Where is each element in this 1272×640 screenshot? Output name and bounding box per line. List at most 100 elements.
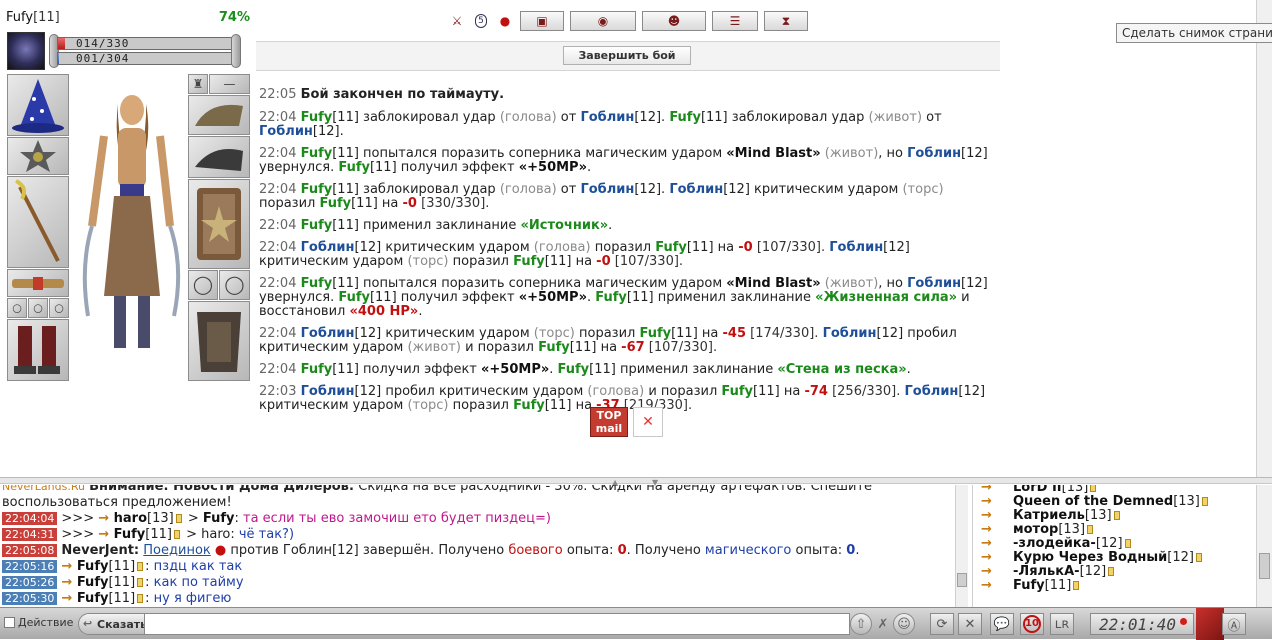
font-a-icon[interactable]: Ⓐ <box>1222 613 1246 635</box>
user-item[interactable]: → -ЛялькА-[12] <box>973 565 1256 579</box>
slot-belt[interactable] <box>7 269 69 297</box>
avatar[interactable] <box>7 32 45 70</box>
masks-icon[interactable]: ☻ <box>642 11 706 31</box>
arrow-right-icon: → <box>61 559 77 574</box>
bar-cap-right-icon <box>231 34 241 68</box>
ring-icon: ○ <box>54 301 64 315</box>
info-icon[interactable] <box>1087 525 1094 534</box>
refresh-icon[interactable]: ⟳ <box>930 613 954 635</box>
slot-ring-small-3[interactable]: ○ <box>49 298 69 318</box>
online-users-list: → LorD II[13] → Queen of the Demned[13] → К… <box>972 485 1256 607</box>
info-icon[interactable] <box>1108 567 1115 576</box>
action-label: Действие <box>18 616 74 629</box>
user-item[interactable]: → мотор[13] <box>973 523 1256 537</box>
finish-battle-button[interactable]: Завершить бой <box>563 46 691 65</box>
shoulder-armor-icon <box>195 104 243 126</box>
chat-input[interactable] <box>144 613 850 635</box>
lr-icon[interactable]: ʟʀ <box>1050 613 1074 635</box>
info-icon[interactable] <box>137 578 144 587</box>
info-icon[interactable] <box>1195 553 1202 562</box>
wizard-hat-icon <box>12 79 64 133</box>
slot-ring-small-1[interactable]: ○ <box>7 298 27 318</box>
chat-scrollbar[interactable] <box>955 485 968 607</box>
users-scrollbar[interactable] <box>1256 485 1272 607</box>
table-icon[interactable]: ☰ <box>712 11 758 31</box>
screenshot-button[interactable]: Сделать снимок страницы <box>1116 23 1272 43</box>
info-icon[interactable] <box>175 514 182 523</box>
info-icon[interactable] <box>1124 539 1131 548</box>
slot-armor[interactable] <box>188 301 250 381</box>
timer-number: 5 <box>475 14 487 28</box>
arrow-up-icon[interactable]: ⇧ <box>850 613 872 635</box>
swords-icon[interactable]: ⚔ <box>448 11 466 31</box>
slot-bag[interactable]: ♜ <box>188 74 208 94</box>
log-entry: 22:04 Гоблин[12] критическим ударом (гол… <box>259 240 910 269</box>
slot-helmet[interactable] <box>7 74 69 136</box>
bag-icon: ♜ <box>192 77 204 91</box>
character-name[interactable]: Fufy <box>6 10 33 25</box>
hourglass-icon[interactable]: ⧗ <box>764 11 808 31</box>
divider <box>256 41 1000 42</box>
smiley-icon[interactable]: ☺ <box>893 613 915 635</box>
slot-ring-2[interactable]: ◯ <box>219 270 250 300</box>
clock: 22:01:40 <box>1090 613 1194 635</box>
book-shield-icon <box>197 188 241 260</box>
mp-bar: 001/304 <box>57 52 233 65</box>
slot-shoulders[interactable] <box>188 95 250 135</box>
info-icon[interactable] <box>137 594 144 603</box>
scroll-icon[interactable]: ◉ <box>570 11 636 31</box>
info-icon[interactable] <box>1090 485 1097 492</box>
log-entry: 22:04 Fufy[11] получил эффект «+50MP». F… <box>259 362 911 377</box>
slot-ring-1[interactable]: ◯ <box>188 270 218 300</box>
topmail-counter[interactable]: TOP mail <box>590 407 628 437</box>
system-message: 22:05:08 NeverJent: Поединок ● против Гоб… <box>2 543 954 559</box>
slot-shield[interactable] <box>188 179 250 269</box>
info-icon[interactable] <box>1113 511 1120 520</box>
arrow-right-icon: → <box>981 550 992 565</box>
users-scroll-thumb[interactable] <box>1259 553 1270 579</box>
arrow-right-icon: → <box>98 511 114 526</box>
log-entry: 22:04 Fufy[11] применил заклинание «Исто… <box>259 218 613 233</box>
slot-gloves[interactable] <box>188 136 250 178</box>
star-amulet-icon <box>20 140 56 172</box>
close-x-icon[interactable]: ✕ <box>958 613 982 635</box>
chat-scroll-thumb[interactable] <box>957 573 967 587</box>
chest-icon[interactable]: ▣ <box>520 11 564 31</box>
slot-ring-small-2[interactable]: ○ <box>28 298 48 318</box>
belt-icon <box>12 277 64 290</box>
user-item[interactable]: → Курю Через Водный[12] <box>973 551 1256 565</box>
arrow-right-icon: → <box>61 591 77 606</box>
info-icon[interactable] <box>173 530 180 539</box>
user-item[interactable]: → Катриель[13] <box>973 509 1256 523</box>
slot-boots[interactable] <box>7 319 69 381</box>
slot-dagger[interactable]: — <box>209 74 250 94</box>
speech-bubble-icon[interactable]: 💬 <box>990 613 1014 635</box>
user-item[interactable]: → Queen of the Demned[13] <box>973 495 1256 509</box>
slot-weapon[interactable] <box>7 176 69 268</box>
ring-icon: ○ <box>33 301 43 315</box>
log-entry: 22:04 Fufy[11] заблокировал удар (голова… <box>259 182 944 211</box>
blood-drop-icon[interactable]: ● <box>496 11 514 31</box>
broken-image-icon: ✕ <box>633 407 663 437</box>
filter-badge[interactable]: 10 <box>1020 613 1044 635</box>
main-scrollbar[interactable] <box>1256 0 1272 477</box>
user-item[interactable]: → Fufy[11] <box>973 579 1256 593</box>
frame-splitter[interactable] <box>0 478 1272 484</box>
chat-message: 22:05:30 → Fufy[11]: ну я фигею <box>2 591 954 607</box>
user-item[interactable]: → -злодейка-[12] <box>973 537 1256 551</box>
ring-icon: ◯ <box>192 274 214 296</box>
info-icon[interactable] <box>1073 581 1080 590</box>
action-checkbox[interactable] <box>4 617 15 628</box>
clear-x-icon[interactable]: ✗ <box>872 613 894 635</box>
ring-icon: ◯ <box>224 274 245 296</box>
warrior-figure-icon <box>82 95 181 348</box>
info-icon[interactable] <box>1201 497 1208 506</box>
log-entry: 22:05 Бой закончен по таймауту. <box>259 87 505 102</box>
chat-message: 22:04:31 >>> → Fufy[11] > haro: чё так?) <box>2 527 954 543</box>
timer-icon[interactable]: 5 <box>472 11 490 31</box>
chat-panel: NeverLands.Ru Внимание: Новости Дома Дил… <box>2 485 954 607</box>
chat-message: 22:04:04 >>> → haro[13] > Fufy: та если т… <box>2 511 954 527</box>
slot-amulet[interactable] <box>7 137 69 175</box>
info-icon[interactable] <box>137 562 144 571</box>
hp-text: 014/330 <box>76 37 130 50</box>
